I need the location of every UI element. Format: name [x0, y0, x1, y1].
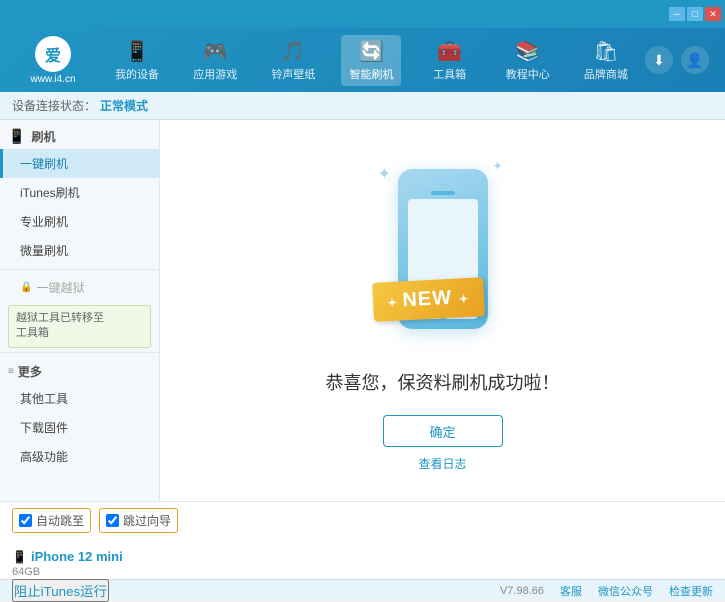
skip-wizard-input[interactable] [106, 514, 119, 527]
sidebar-divider-2 [0, 352, 159, 353]
logo-area[interactable]: 爱 www.i4.cn [8, 36, 98, 85]
sidebar-item-micro-flash[interactable]: 微量刷机 [0, 236, 159, 265]
status-bar: 设备连接状态： 正常模式 [0, 92, 725, 120]
nav-app-games-label: 应用游戏 [193, 66, 237, 82]
jailbreak-notice-text: 越狱工具已转移至工具箱 [16, 312, 104, 339]
flash-section-label: 刷机 [31, 128, 55, 145]
status-label: 设备连接状态： [12, 97, 96, 114]
one-click-flash-label: 一键刷机 [20, 157, 68, 171]
micro-flash-label: 微量刷机 [20, 244, 68, 258]
maximize-button[interactable]: □ [687, 7, 703, 21]
nav-smart-flash[interactable]: 🔄 智能刷机 [341, 35, 401, 86]
nav-bar: 📱 我的设备 🎮 应用游戏 🎵 铃声壁纸 🔄 智能刷机 🧰 工具箱 📚 教程中心… [98, 35, 645, 86]
main-content: ✦ ✦ ✦ NEW 恭喜您，保资料刷机成功啦！ 确定 查看日志 [160, 120, 725, 501]
sparkle-1: ✦ [378, 164, 391, 184]
main-layout: 📱 刷机 一键刷机 iTunes刷机 专业刷机 微量刷机 🔒 一键越狱 越狱工具… [0, 120, 725, 501]
check-update-link[interactable]: 检查更新 [669, 583, 713, 599]
sidebar-item-download-firmware[interactable]: 下载固件 [0, 413, 159, 442]
tutorials-icon: 📚 [515, 39, 540, 64]
logo-text: www.i4.cn [30, 74, 75, 85]
sidebar-divider-1 [0, 269, 159, 270]
more-icon: ≡ [8, 366, 14, 377]
minimize-button[interactable]: ─ [669, 7, 685, 21]
footer-bar: 阻止iTunes运行 V7.98.66 客服 微信公众号 检查更新 [0, 579, 725, 601]
logo-icon: 爱 [35, 36, 71, 72]
sidebar-item-one-click-flash[interactable]: 一键刷机 [0, 149, 159, 178]
sidebar-disabled-jailbreak: 🔒 一键越狱 [0, 274, 159, 301]
brand-store-icon: 🛍 [593, 39, 618, 64]
device-storage: 64GB [12, 566, 178, 578]
user-button[interactable]: 👤 [681, 46, 709, 74]
download-button[interactable]: ⬇ [645, 46, 673, 74]
customer-service-link[interactable]: 客服 [560, 583, 582, 599]
footer-right: V7.98.66 客服 微信公众号 检查更新 [500, 583, 713, 599]
jailbreak-disabled-label: 一键越狱 [36, 279, 84, 296]
skip-wizard-label: 跳过向导 [123, 512, 171, 529]
skip-wizard-checkbox[interactable]: 跳过向导 [99, 508, 178, 533]
jailbreak-notice: 越狱工具已转移至工具箱 [8, 305, 151, 348]
pro-flash-label: 专业刷机 [20, 215, 68, 229]
view-log-link[interactable]: 查看日志 [418, 455, 466, 472]
download-firmware-label: 下载固件 [20, 421, 68, 435]
smart-flash-icon: 🔄 [359, 39, 384, 64]
sparkle-2: ✦ [492, 159, 502, 173]
success-message: 恭喜您，保资料刷机成功啦！ [326, 369, 560, 395]
nav-smart-flash-label: 智能刷机 [349, 66, 393, 82]
app-games-icon: 🎮 [203, 39, 228, 64]
device-name: 📱 iPhone 12 mini [12, 549, 178, 564]
bottom-device-bar: 自动跳至 跳过向导 📱 iPhone 12 mini 64GB Down-12m… [0, 501, 725, 579]
nav-app-games[interactable]: 🎮 应用游戏 [185, 35, 245, 86]
confirm-button[interactable]: 确定 [383, 415, 503, 447]
device-name-text: iPhone 12 mini [31, 549, 123, 564]
version-label: V7.98.66 [500, 585, 544, 597]
footer-left: 阻止iTunes运行 [12, 579, 109, 602]
lock-icon: 🔒 [20, 282, 32, 293]
close-button[interactable]: ✕ [705, 7, 721, 21]
toolbox-icon: 🧰 [437, 39, 462, 64]
nav-brand-store-label: 品牌商城 [584, 66, 628, 82]
sidebar-item-advanced[interactable]: 高级功能 [0, 442, 159, 471]
nav-my-device-label: 我的设备 [115, 66, 159, 82]
block-itunes-button[interactable]: 阻止iTunes运行 [12, 579, 109, 602]
other-tools-label: 其他工具 [20, 392, 68, 406]
nav-toolbox-label: 工具箱 [433, 66, 466, 82]
itunes-flash-label: iTunes刷机 [20, 186, 80, 200]
ringtones-icon: 🎵 [281, 39, 306, 64]
sidebar-item-itunes-flash[interactable]: iTunes刷机 [0, 178, 159, 207]
window-controls: ─ □ ✕ [669, 7, 721, 21]
flash-section-icon: 📱 [8, 128, 25, 145]
sidebar-item-other-tools[interactable]: 其他工具 [0, 384, 159, 413]
sidebar-item-pro-flash[interactable]: 专业刷机 [0, 207, 159, 236]
nav-ringtones[interactable]: 🎵 铃声壁纸 [263, 35, 323, 86]
new-badge-text: NEW [401, 287, 452, 312]
header-right-controls: ⬇ 👤 [645, 46, 717, 74]
wechat-link[interactable]: 微信公众号 [598, 583, 653, 599]
nav-tutorials-label: 教程中心 [506, 66, 550, 82]
status-value: 正常模式 [100, 97, 148, 114]
sidebar-section-flash: 📱 刷机 [0, 120, 159, 149]
auto-jump-checkbox[interactable]: 自动跳至 [12, 508, 91, 533]
new-badge: NEW [372, 277, 485, 322]
phone-illustration: ✦ ✦ ✦ NEW [363, 149, 523, 349]
title-bar: ─ □ ✕ [0, 0, 725, 28]
device-phone-icon: 📱 [12, 550, 27, 564]
auto-jump-label: 自动跳至 [36, 512, 84, 529]
phone-speaker [431, 191, 455, 195]
sidebar-section-more: ≡ 更多 [0, 357, 159, 384]
nav-brand-store[interactable]: 🛍 品牌商城 [576, 35, 636, 86]
nav-toolbox[interactable]: 🧰 工具箱 [420, 35, 480, 86]
nav-ringtones-label: 铃声壁纸 [271, 66, 315, 82]
nav-my-device[interactable]: 📱 我的设备 [107, 35, 167, 86]
nav-tutorials[interactable]: 📚 教程中心 [498, 35, 558, 86]
my-device-icon: 📱 [125, 39, 150, 64]
auto-jump-input[interactable] [19, 514, 32, 527]
advanced-label: 高级功能 [20, 450, 68, 464]
sidebar: 📱 刷机 一键刷机 iTunes刷机 专业刷机 微量刷机 🔒 一键越狱 越狱工具… [0, 120, 160, 501]
more-section-label: 更多 [18, 363, 42, 380]
header: 爱 www.i4.cn 📱 我的设备 🎮 应用游戏 🎵 铃声壁纸 🔄 智能刷机 … [0, 28, 725, 92]
checkboxes-row: 自动跳至 跳过向导 [12, 508, 178, 533]
